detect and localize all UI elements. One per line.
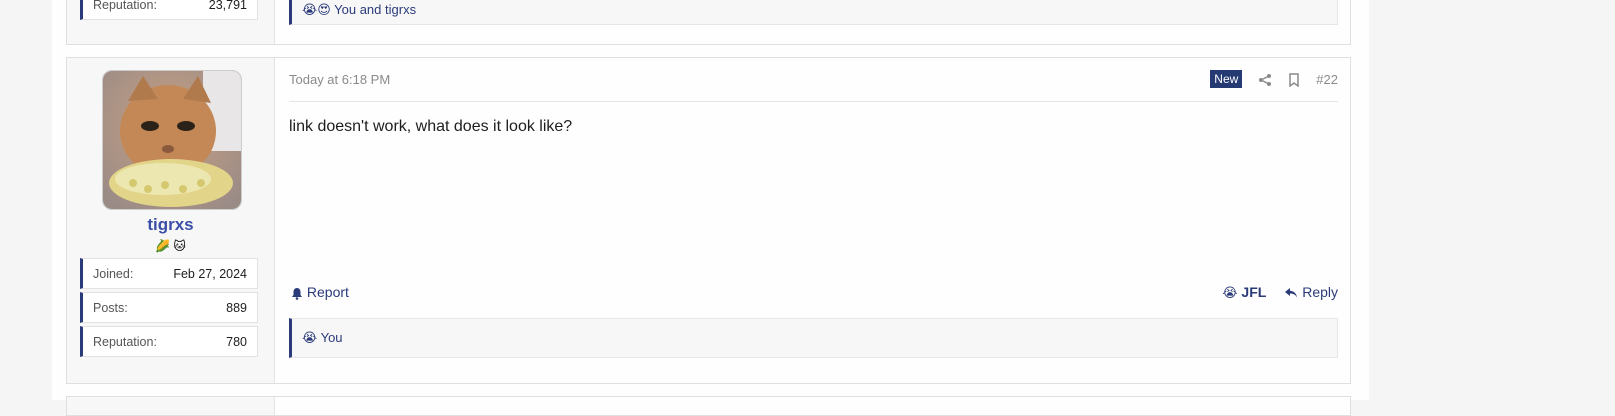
cat-avatar-image xyxy=(103,71,241,209)
reaction-users-link[interactable]: You xyxy=(321,330,343,345)
avatar[interactable] xyxy=(102,70,242,210)
post-content: Today at 6:18 PM New #22 link doesn't wo… xyxy=(275,58,1350,383)
posts-stat: Posts: 889 xyxy=(80,292,258,323)
reputation-stat: Reputation: 780 xyxy=(80,326,258,357)
user-flair-icons: 🌽 🐱 xyxy=(155,239,186,253)
post-22: tigrxs 🌽 🐱 Joined: Feb 27, 2024 Posts: 8… xyxy=(66,57,1351,384)
post-date-link[interactable]: Today at 6:18 PM xyxy=(289,72,390,87)
stat-value: 780 xyxy=(226,335,247,349)
reaction-bar[interactable]: 😭 You xyxy=(289,318,1338,358)
stat-label: Reputation: xyxy=(93,0,157,12)
reply-icon xyxy=(1285,288,1298,298)
stat-value: Feb 27, 2024 xyxy=(173,267,247,281)
crying-laughing-icon: 😭 xyxy=(1222,286,1238,301)
jfl-label: JFL xyxy=(1241,284,1267,300)
post-meta-actions: New #22 xyxy=(1210,70,1338,88)
jfl-reaction-button[interactable]: 😭 JFL xyxy=(1222,284,1266,301)
stat-label: Joined: xyxy=(93,267,134,281)
previous-post-user-column: Reputation: 23,791 xyxy=(67,0,275,44)
bookmark-icon[interactable] xyxy=(1288,71,1300,88)
stat-label: Reputation: xyxy=(93,335,157,349)
share-icon[interactable] xyxy=(1258,71,1272,87)
report-button[interactable]: Report xyxy=(291,284,349,300)
reaction-users-link[interactable]: You and tigrxs xyxy=(334,2,416,17)
post-actions-right: 😭 JFL Reply xyxy=(1222,284,1338,301)
previous-post: Reputation: 23,791 😭😍 You and tigrxs xyxy=(66,0,1351,45)
reply-button[interactable]: Reply xyxy=(1284,284,1338,301)
crying-laughing-icon: 😭 xyxy=(302,3,318,18)
heart-eyes-icon: 😍 xyxy=(317,3,331,18)
post-message: link doesn't work, what does it look lik… xyxy=(289,118,573,135)
new-badge: New xyxy=(1210,70,1243,88)
stat-value: 889 xyxy=(226,301,247,315)
crying-laughing-icon: 😭 xyxy=(302,331,318,346)
post-user-column: tigrxs 🌽 🐱 Joined: Feb 27, 2024 Posts: 8… xyxy=(67,58,275,383)
reply-label: Reply xyxy=(1302,284,1338,300)
username-link[interactable]: tigrxs xyxy=(67,215,274,235)
report-label: Report xyxy=(306,284,349,300)
bell-icon xyxy=(292,287,302,300)
stat-value: 23,791 xyxy=(208,0,247,12)
previous-reputation-stat: Reputation: 23,791 xyxy=(80,0,258,20)
thread-page: Reputation: 23,791 😭😍 You and tigrxs tig… xyxy=(52,0,1369,416)
next-post xyxy=(66,396,1351,416)
previous-reaction-bar[interactable]: 😭😍 You and tigrxs xyxy=(289,0,1338,25)
joined-stat: Joined: Feb 27, 2024 xyxy=(80,258,258,289)
post-number-link[interactable]: #22 xyxy=(1316,72,1338,87)
previous-post-content: 😭😍 You and tigrxs xyxy=(275,0,1350,44)
stat-label: Posts: xyxy=(93,301,128,315)
meta-divider xyxy=(289,101,1338,102)
